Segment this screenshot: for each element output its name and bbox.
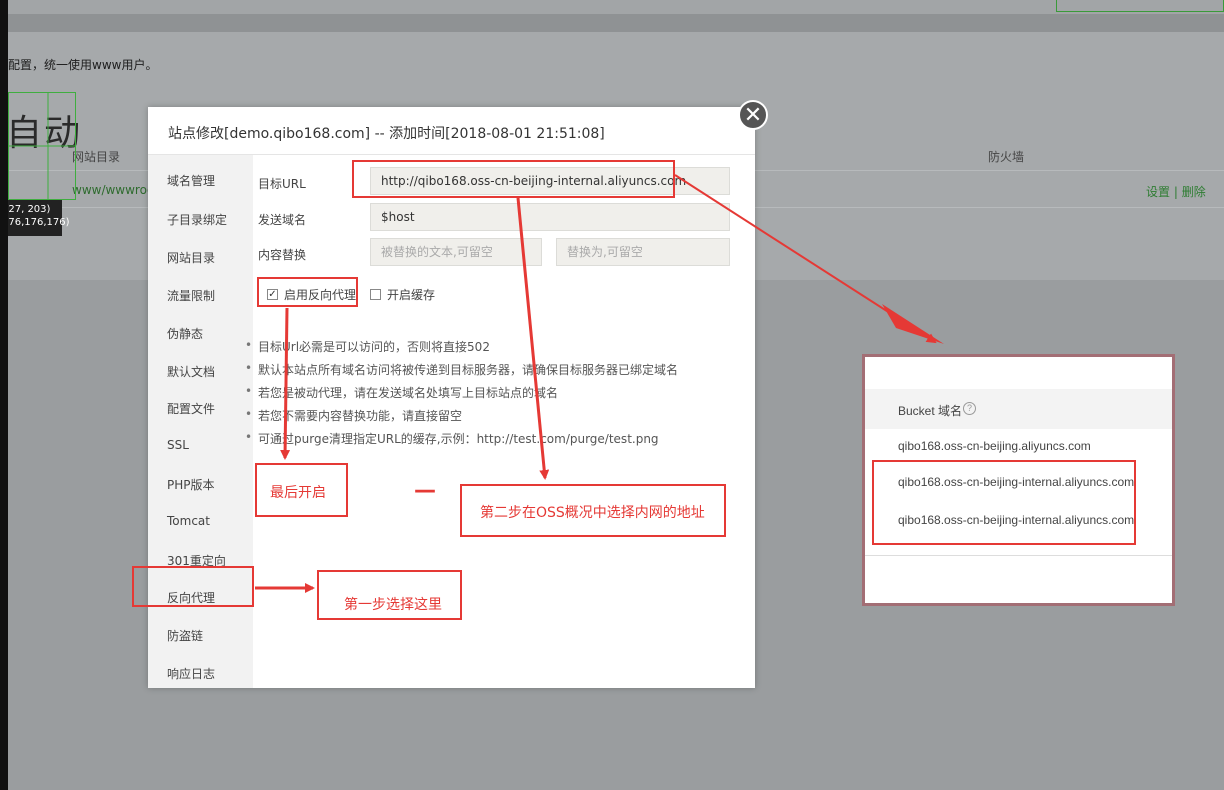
tip-item: 目标Url必需是可以访问的，否则将直接502 [245,338,490,355]
tip-item: 若您不需要内容替换功能，请直接留空 [245,407,462,424]
background-top-right-box [1056,0,1224,12]
sidebar-item-log[interactable]: 响应日志 [167,665,215,682]
sidebar-item-php[interactable]: PHP版本 [167,476,215,493]
oss-header-label: Bucket 域名 [898,404,963,418]
tooltip-coords: 427, 203) [2,204,51,215]
highlight-reverse-proxy [132,566,254,607]
left-black-edge [0,0,8,790]
background-row-operations: 设置 | 删除 [1146,183,1206,200]
highlight-enable-proxy [257,277,358,307]
background-toolbar-strip [0,14,1224,32]
tip-item: 可通过purge清理指定URL的缓存,示例：http://test.com/pu… [245,430,659,447]
oss-table-header: Bucket 域名 ? [865,389,1172,429]
modal-header: 站点修改[demo.qibo168.com] -- 添加时间[2018-08-0… [148,107,755,155]
tip-item: 默认本站点所有域名访问将被传递到目标服务器，请确保目标服务器已绑定域名 [245,361,678,378]
send-domain-label: 发送域名 [258,213,307,227]
sidebar-item-sitedir[interactable]: 网站目录 [167,249,215,266]
oss-table-bottom-border [865,555,1172,556]
color-picker-tooltip: 427, 203) 176,176,176) [0,200,70,236]
background-column-site-dir: 网站目录 [72,150,121,164]
annotation-last-enable: 最后开启 [270,485,326,501]
highlight-oss-internal-rows [872,460,1136,545]
annotation-step2: 第二步在OSS概况中选择内网的地址 [480,505,705,521]
modal-title: 站点修改[demo.qibo168.com] -- 添加时间[2018-08-0… [168,126,605,142]
close-icon[interactable]: ✕ [738,100,768,130]
sidebar-item-traffic[interactable]: 流量限制 [167,287,215,304]
target-url-label: 目标URL [258,177,306,191]
sidebar-item-config[interactable]: 配置文件 [167,400,215,417]
sidebar-item-rewrite[interactable]: 伪静态 [167,325,203,342]
annotation-step1: 第一步选择这里 [344,597,442,613]
sidebar-item-domain[interactable]: 域名管理 [167,172,215,189]
highlight-target-url [352,160,675,198]
sidebar-item-default-doc[interactable]: 默认文档 [167,363,215,380]
modal-sidebar: 域名管理 子目录绑定 网站目录 流量限制 伪静态 默认文档 配置文件 SSL P… [148,155,253,688]
sidebar-item-subdir[interactable]: 子目录绑定 [167,211,227,228]
sidebar-item-ssl[interactable]: SSL [167,438,189,452]
enable-cache-checkbox[interactable] [370,289,381,300]
background-row-site-dir[interactable]: www/wwwroo [72,183,154,197]
background-column-firewall: 防火墙 [988,150,1025,164]
sidebar-item-tomcat[interactable]: Tomcat [167,514,210,528]
ops-separator: | [1173,185,1178,199]
send-domain-input[interactable]: $host [370,203,730,231]
screen-magnifier-grid [8,92,76,200]
replace-from-input[interactable]: 被替换的文本,可留空 [370,238,542,266]
oss-domain-row[interactable]: qibo168.oss-cn-beijing.aliyuncs.com [898,439,1091,453]
sidebar-item-hotlink[interactable]: 防盗链 [167,627,203,644]
background-notice-text: 配置，统一使用www用户。 [8,58,158,72]
help-icon[interactable]: ? [963,402,976,415]
background-top-bar [0,0,1224,14]
replace-to-input[interactable]: 替换为,可留空 [556,238,730,266]
tip-item: 若您是被动代理，请在发送域名处填写上目标站点的域名 [245,384,558,401]
delete-link[interactable]: 删除 [1182,185,1206,199]
annotation-dash: — [414,478,436,503]
enable-cache-label[interactable]: 开启缓存 [387,286,435,303]
tooltip-rgb: 176,176,176) [2,217,70,228]
content-replace-label: 内容替换 [258,248,307,262]
settings-link[interactable]: 设置 [1146,185,1170,199]
